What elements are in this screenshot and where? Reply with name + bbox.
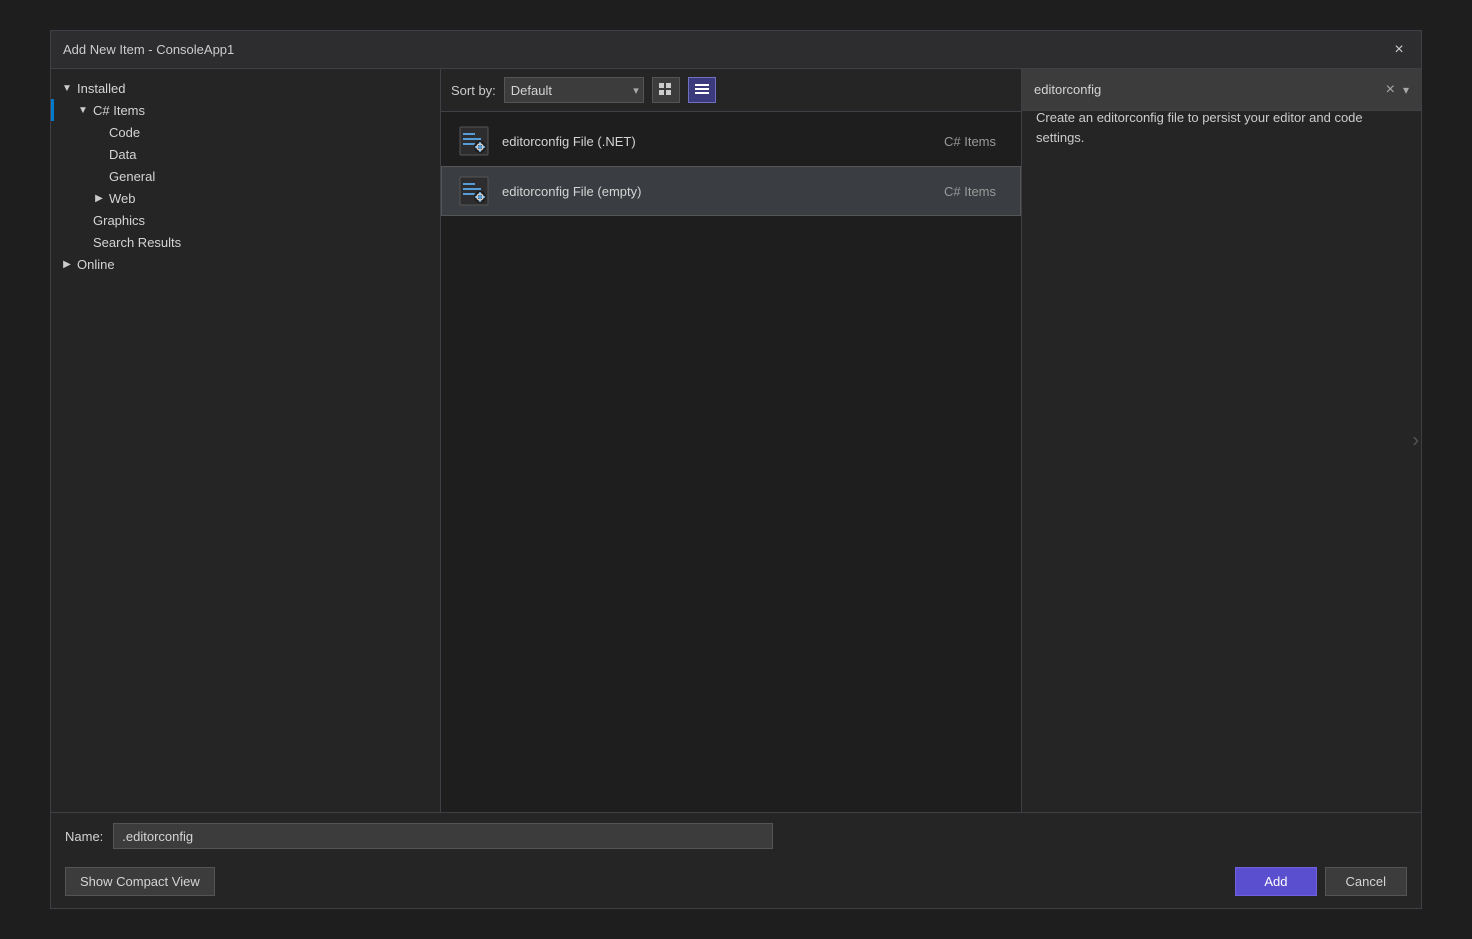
tree-label-installed: Installed [77,81,432,96]
title-bar: Add New Item - ConsoleApp1 × [51,31,1421,69]
close-button[interactable]: × [1389,40,1409,60]
sort-by-label: Sort by: [451,83,496,98]
tree-arrow-code [91,124,107,140]
detail-panel: Type: C# Items Create an editorconfig fi… [1021,69,1421,812]
scroll-indicator: › [1412,429,1419,452]
dialog-title: Add New Item - ConsoleApp1 [63,42,234,57]
action-buttons: Add Cancel [1235,867,1407,896]
tree-label-general: General [109,169,432,184]
search-dropdown-button[interactable]: ▾ [1399,83,1413,97]
add-new-item-dialog: Add New Item - ConsoleApp1 × ▼Installed▼… [50,30,1422,909]
sort-select-wrapper: Default Name Type [504,77,644,103]
item-category-editorconfig-net: C# Items [944,134,996,149]
tree-arrow-web: ▶ [91,190,107,206]
tree-label-data: Data [109,147,432,162]
add-button[interactable]: Add [1235,867,1316,896]
item-list: editorconfig File (.NET) C# Items editor… [441,112,1021,812]
tree-arrow-general [91,168,107,184]
sort-select[interactable]: Default Name Type [504,77,644,103]
tree-arrow-graphics [75,212,91,228]
tree-item-graphics[interactable]: Graphics [51,209,440,231]
tree-label-search-results: Search Results [93,235,432,250]
tree-item-general[interactable]: General [51,165,440,187]
tree-label-csharp-items: C# Items [93,103,432,118]
item-icon-editorconfig-empty [456,173,492,209]
tree-arrow-data [91,146,107,162]
item-row-editorconfig-empty[interactable]: editorconfig File (empty) C# Items [441,166,1021,216]
toolbar: Sort by: Default Name Type [441,69,1021,112]
tree-item-search-results[interactable]: Search Results [51,231,440,253]
search-clear-button[interactable]: × [1382,81,1399,99]
item-name-editorconfig-empty: editorconfig File (empty) [502,184,944,199]
tree-label-web: Web [109,191,432,206]
tree-item-data[interactable]: Data [51,143,440,165]
search-input[interactable] [1030,80,1382,99]
item-icon-editorconfig-net [456,123,492,159]
tree-label-graphics: Graphics [93,213,432,228]
name-input[interactable] [113,823,773,849]
tree-label-online: Online [77,257,432,272]
tree-arrow-csharp-items: ▼ [75,102,91,118]
tree-label-code: Code [109,125,432,140]
tree-item-online[interactable]: ▶Online [51,253,440,275]
button-row: Show Compact View Add Cancel [51,859,1421,908]
tree-item-installed[interactable]: ▼Installed [51,77,440,99]
tree-item-code[interactable]: Code [51,121,440,143]
name-label: Name: [65,829,103,844]
item-row-editorconfig-net[interactable]: editorconfig File (.NET) C# Items [441,116,1021,166]
main-content: ▼Installed▼C# ItemsCodeDataGeneral▶WebGr… [51,69,1421,812]
tree-panel: ▼Installed▼C# ItemsCodeDataGeneral▶WebGr… [51,69,441,812]
grid-view-button[interactable] [652,77,680,103]
name-row: Name: [51,813,1421,859]
tree-arrow-online: ▶ [59,256,75,272]
tree-arrow-installed: ▼ [59,80,75,96]
description-text: Create an editorconfig file to persist y… [1036,108,1407,147]
bottom-bar: Name: Show Compact View Add Cancel [51,812,1421,908]
middle-panel: Sort by: Default Name Type [441,69,1021,812]
compact-view-button[interactable]: Show Compact View [65,867,215,896]
cancel-button[interactable]: Cancel [1325,867,1407,896]
list-view-button[interactable] [688,77,716,103]
tree-item-web[interactable]: ▶Web [51,187,440,209]
tree-arrow-search-results [75,234,91,250]
search-bar: ×▾ [1021,69,1421,111]
tree-item-csharp-items[interactable]: ▼C# Items [51,99,440,121]
item-category-editorconfig-empty: C# Items [944,184,996,199]
item-name-editorconfig-net: editorconfig File (.NET) [502,134,944,149]
